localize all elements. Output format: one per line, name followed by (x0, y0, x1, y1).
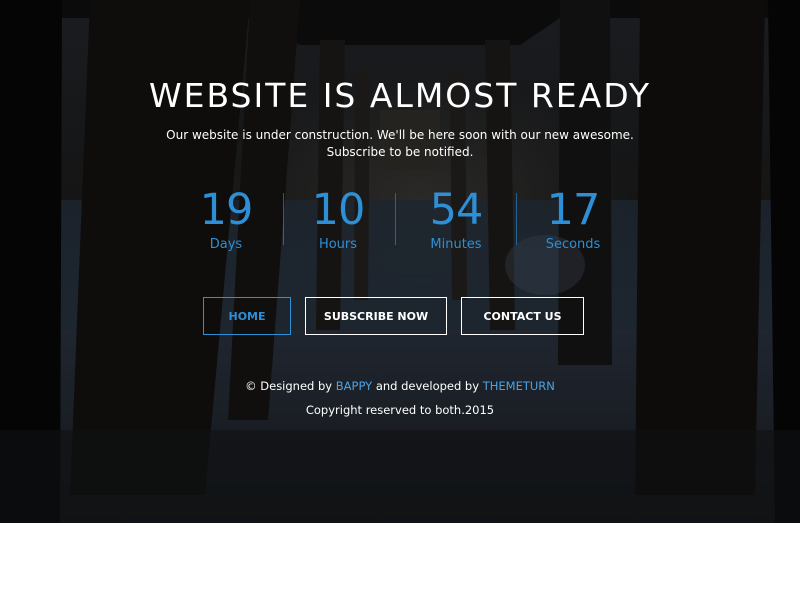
home-button[interactable]: HOME (203, 297, 291, 335)
countdown-days: 19 Days (170, 185, 282, 253)
countdown-seconds-value: 17 (546, 185, 601, 235)
hero-background: WEBSITE IS ALMOST READY Our website is u… (0, 0, 800, 523)
countdown-minutes-label: Minutes (430, 237, 482, 252)
countdown-days-label: Days (209, 237, 243, 252)
developer-link[interactable]: THEMETURN (483, 379, 555, 393)
coming-soon-content: WEBSITE IS ALMOST READY Our website is u… (0, 0, 800, 523)
subtitle-line-1: Our website is under construction. We'll… (166, 128, 634, 142)
footer-credits-middle: and developed by (375, 379, 480, 393)
countdown-minutes-value: 54 (429, 185, 484, 235)
footer-copyright: Copyright reserved to both.2015 (305, 403, 495, 417)
footer-credits: © Designed by BAPPY and developed by THE… (0, 379, 800, 393)
countdown-divider (395, 193, 396, 245)
countdown-seconds-label: Seconds (545, 237, 601, 252)
countdown-hours-label: Hours (318, 237, 358, 252)
page-title: WEBSITE IS ALMOST READY (148, 76, 651, 115)
countdown-hours: 10 Hours (282, 185, 394, 253)
countdown-seconds: 17 Seconds (517, 185, 629, 253)
subtitle-line-2: Subscribe to be notified. (326, 145, 474, 159)
subscribe-now-button[interactable]: SUBSCRIBE NOW (305, 297, 447, 335)
designer-link[interactable]: BAPPY (336, 379, 372, 393)
contact-us-button[interactable]: CONTACT US (461, 297, 584, 335)
footer-credits-prefix: © Designed by (245, 379, 333, 393)
countdown-hours-value: 10 (311, 185, 366, 235)
countdown-minutes: 54 Minutes (400, 185, 512, 253)
page-subtitle: Our website is under construction. We'll… (150, 127, 650, 161)
countdown-timer: 19 Days 10 Hours 54 Minutes 17 Seconds (170, 185, 630, 257)
countdown-days-value: 19 (199, 185, 254, 235)
